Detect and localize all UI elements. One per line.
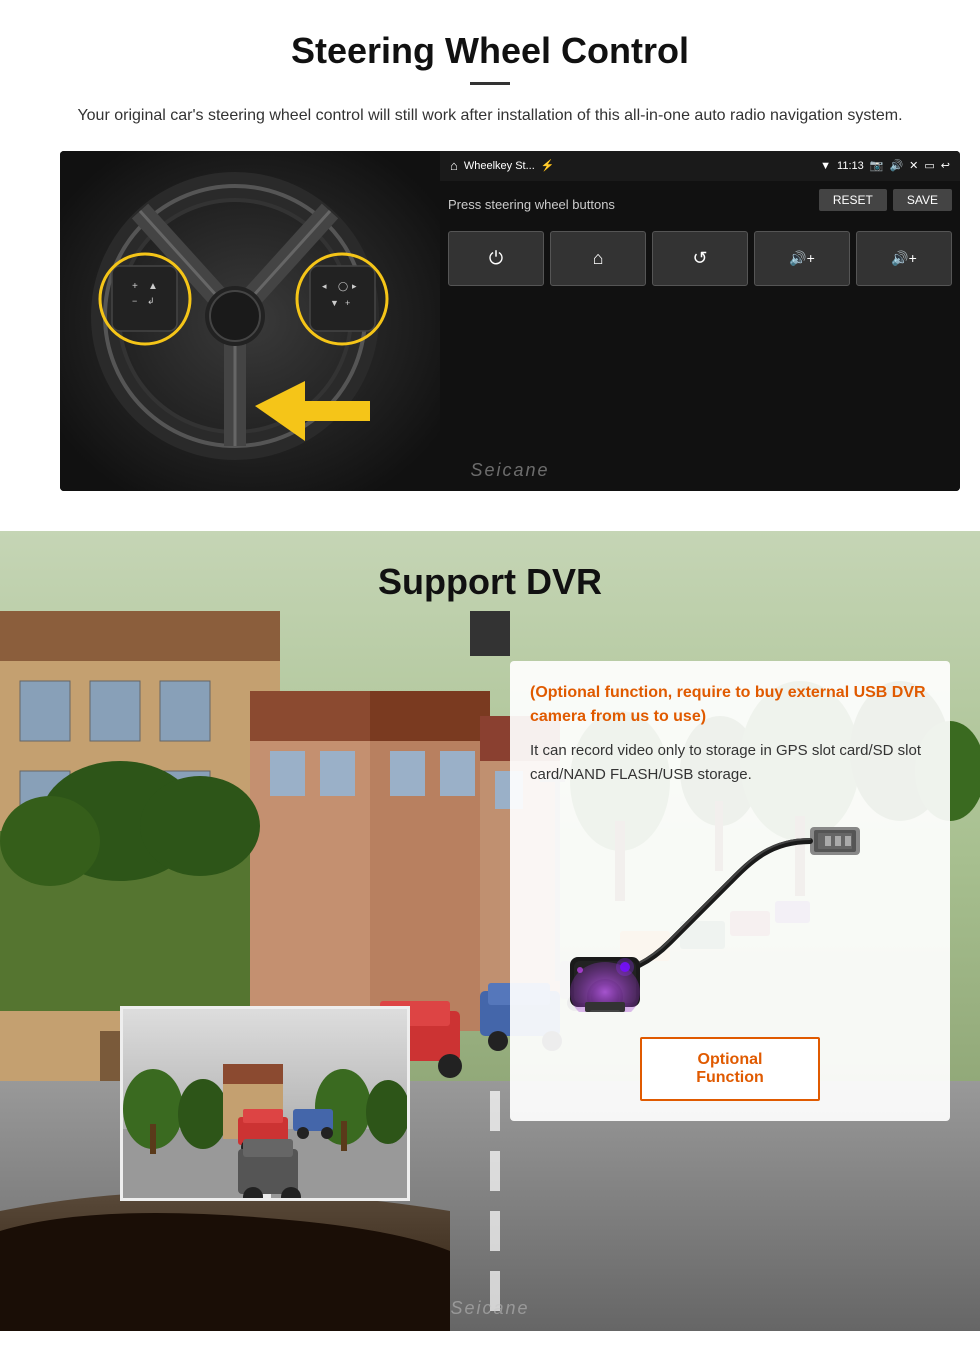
key-power[interactable]: ⏻ <box>448 231 544 286</box>
control-buttons: RESET SAVE <box>819 189 952 211</box>
camera-icon: 📷 <box>870 159 884 172</box>
svg-text:↲: ↲ <box>147 296 155 306</box>
dvr-camera-svg <box>570 812 890 1012</box>
optional-notice: (Optional function, require to buy exter… <box>530 681 930 729</box>
dvr-description: It can record video only to storage in G… <box>530 739 930 787</box>
key-vol-down[interactable]: 🔊+ <box>754 231 850 286</box>
steering-keys-grid: ⏻ ⌂ ↺ 🔊+ 🔊+ <box>448 231 952 286</box>
steering-wheel-svg: + ▲ − ↲ ◂ ◯ ▸ ▼ + <box>60 151 440 491</box>
svg-text:▸: ▸ <box>352 281 357 291</box>
steering-wheel-subtitle: Your original car's steering wheel contr… <box>60 103 920 129</box>
wifi-icon: ▼ <box>820 160 831 172</box>
steering-wheel-section: Steering Wheel Control Your original car… <box>0 0 980 501</box>
dvr-title: Support DVR <box>0 561 980 603</box>
dvr-camera-image <box>530 802 930 1022</box>
reset-button[interactable]: RESET <box>819 189 887 211</box>
title-divider <box>470 82 510 85</box>
home-icon: ⌂ <box>450 158 458 173</box>
svg-text:◂: ◂ <box>322 281 327 291</box>
steering-wheel-title: Steering Wheel Control <box>60 30 920 72</box>
steering-composite-image: + ▲ − ↲ ◂ ◯ ▸ ▼ + <box>60 151 960 491</box>
screen-icon: ▭ <box>924 159 934 172</box>
key-home[interactable]: ⌂ <box>550 231 646 286</box>
key-back[interactable]: ↺ <box>652 231 748 286</box>
steering-wheel-photo: + ▲ − ↲ ◂ ◯ ▸ ▼ + <box>60 151 440 491</box>
app-title: Wheelkey St... <box>464 160 535 172</box>
dvr-thumb-svg <box>123 1009 410 1201</box>
svg-text:◯: ◯ <box>338 281 348 292</box>
svg-text:+: + <box>345 298 350 308</box>
svg-text:+: + <box>132 281 138 292</box>
dvr-thumb-inner <box>123 1009 407 1198</box>
save-button[interactable]: SAVE <box>893 189 952 211</box>
volume-icon: 🔊 <box>889 159 903 172</box>
dvr-info-card: (Optional function, require to buy exter… <box>510 661 950 1121</box>
svg-text:▼: ▼ <box>330 298 339 308</box>
press-label: Press steering wheel buttons <box>448 197 615 212</box>
optional-function-button[interactable]: Optional Function <box>640 1037 820 1101</box>
android-content: Press steering wheel buttons RESET SAVE … <box>440 181 960 294</box>
dvr-section: Support DVR <box>0 531 980 1331</box>
dvr-divider <box>470 611 510 656</box>
usb-icon: ⚡ <box>541 159 555 172</box>
svg-text:−: − <box>132 296 137 306</box>
seicane-watermark-2: Seicane <box>450 1298 529 1319</box>
statusbar-left: ⌂ Wheelkey St... ⚡ <box>450 158 554 173</box>
seicane-watermark-1: Seicane <box>470 460 549 481</box>
key-vol-up[interactable]: 🔊+ <box>856 231 952 286</box>
android-screen: ⌂ Wheelkey St... ⚡ ▼ 11:13 📷 🔊 ✕ ▭ ↩ Pre <box>440 151 960 491</box>
time-display: 11:13 <box>837 160 864 172</box>
back-icon: ↩ <box>941 159 950 172</box>
statusbar-right: ▼ 11:13 📷 🔊 ✕ ▭ ↩ <box>820 159 950 172</box>
dvr-thumbnail-image <box>120 1006 410 1201</box>
android-statusbar: ⌂ Wheelkey St... ⚡ ▼ 11:13 📷 🔊 ✕ ▭ ↩ <box>440 151 960 181</box>
svg-text:▲: ▲ <box>148 281 158 292</box>
dvr-title-area: Support DVR <box>0 531 980 671</box>
x-icon: ✕ <box>909 159 918 172</box>
